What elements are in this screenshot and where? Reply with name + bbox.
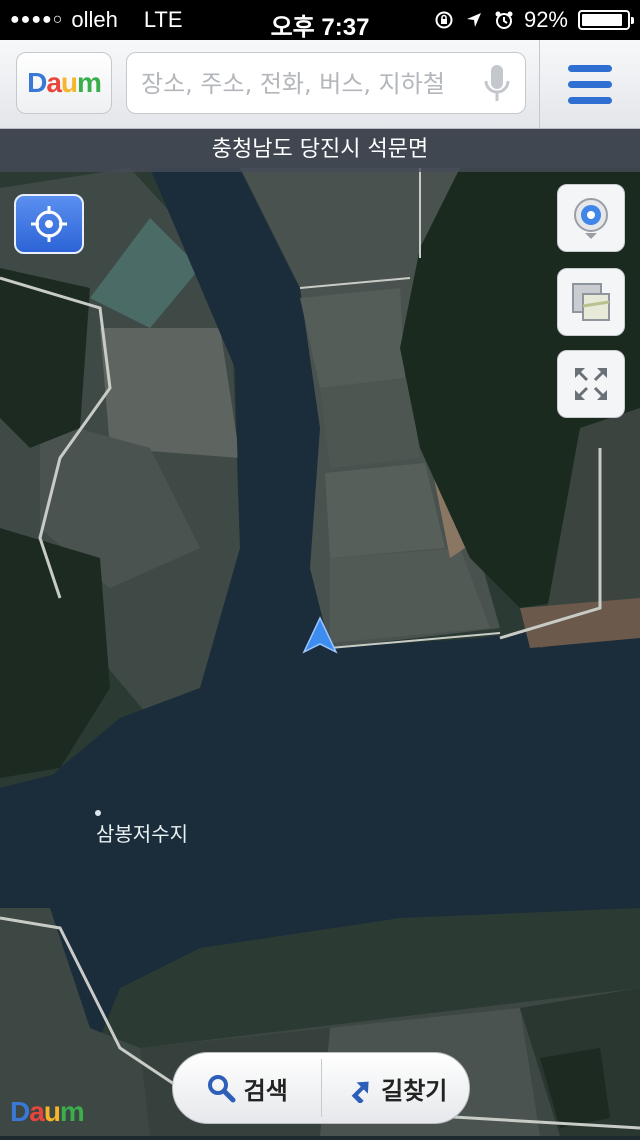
search-icon (207, 1075, 236, 1103)
place-label[interactable]: 삼봉저수지 (96, 818, 188, 847)
status-bar: ●●●●○ olleh LTE 오후 7:37 92% (0, 0, 640, 41)
battery-icon (578, 10, 634, 30)
directions-button-label: 길찾기 (381, 1076, 448, 1105)
daum-watermark-logo: Daum (10, 1096, 85, 1127)
alarm-icon (495, 11, 513, 29)
current-area-label: 충청남도 당진시 석문면 (0, 128, 640, 172)
bottom-action-bar: 검색 길찾기 (172, 1052, 470, 1124)
directions-arrow-icon (351, 1081, 369, 1103)
place-marker-dot (95, 810, 101, 816)
menu-icon (568, 64, 612, 72)
map-layer-button[interactable] (557, 268, 625, 336)
menu-button[interactable] (539, 40, 640, 128)
search-input[interactable] (139, 61, 473, 107)
satellite-map[interactable]: 충청남도 당진시 석문면 삼봉저수지 (0, 128, 640, 1136)
battery-level-fill (582, 14, 622, 26)
top-toolbar: Daum (0, 40, 640, 129)
daum-logo: Daum (27, 67, 102, 98)
directions-button[interactable]: 길찾기 (322, 1053, 470, 1123)
map-layers-icon (572, 283, 610, 321)
daum-logo-button[interactable]: Daum (16, 52, 112, 114)
search-button[interactable]: 검색 (173, 1053, 321, 1123)
road-view-button[interactable] (557, 184, 625, 252)
current-location-arrow-icon (302, 616, 338, 654)
road-view-camera-icon (574, 198, 608, 239)
search-button-label: 검색 (243, 1076, 288, 1105)
crosshair-icon (31, 206, 67, 242)
location-arrow-icon (466, 13, 481, 27)
expand-icon (575, 368, 607, 400)
search-box[interactable] (126, 52, 526, 114)
battery-percent: 92% (523, 7, 568, 32)
rotation-lock-icon (435, 11, 453, 29)
my-location-button[interactable] (14, 194, 84, 254)
fullscreen-button[interactable] (557, 350, 625, 418)
microphone-icon[interactable] (483, 65, 511, 103)
